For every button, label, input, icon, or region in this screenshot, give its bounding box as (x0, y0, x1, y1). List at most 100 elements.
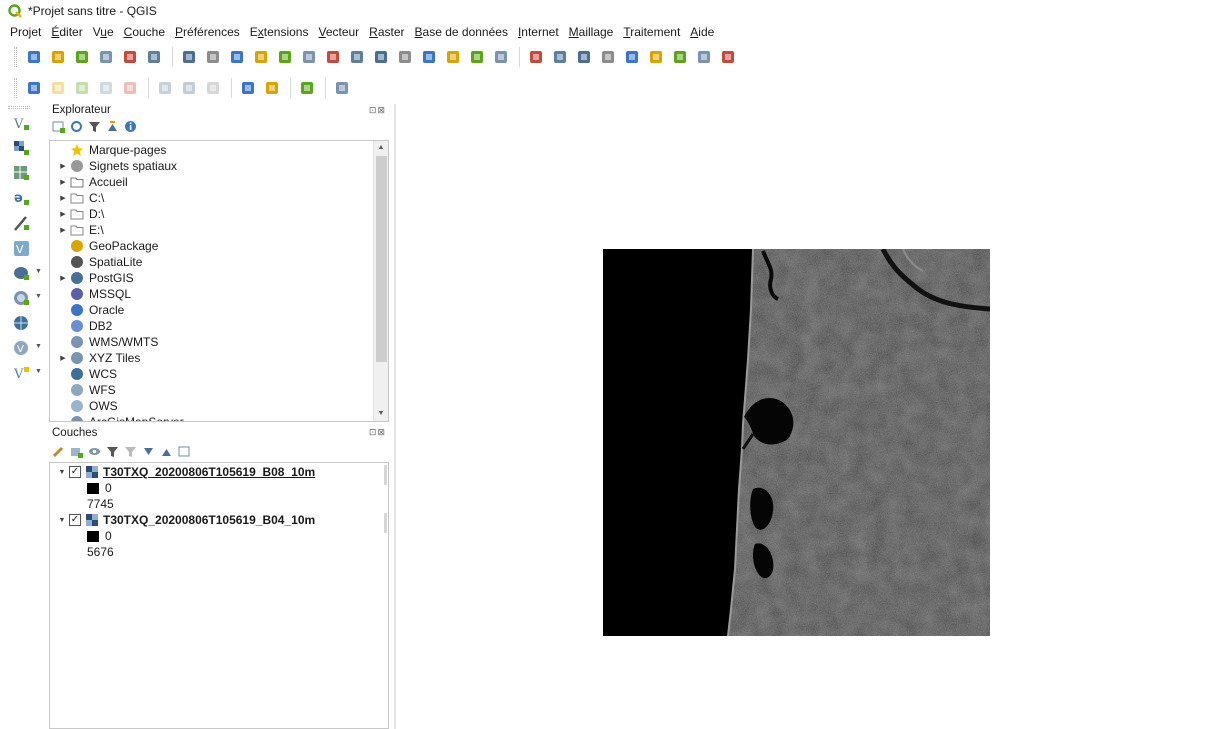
map-canvas[interactable] (396, 104, 1214, 729)
layers-panel-controls[interactable]: ⊡⊠ (369, 427, 386, 438)
identify-button[interactable] (525, 46, 547, 68)
collapse-all-icon[interactable] (160, 445, 173, 458)
save-edits-button[interactable] (154, 77, 176, 99)
zoom-out-button[interactable] (250, 46, 272, 68)
save-as-button[interactable] (95, 46, 117, 68)
toolbar-handle[interactable] (14, 78, 17, 98)
text-annotation-button[interactable] (717, 46, 739, 68)
menu-item[interactable]: Aide (690, 25, 714, 39)
refresh-button[interactable] (490, 46, 512, 68)
scroll-up-arrow-icon[interactable]: ▲ (374, 141, 388, 155)
add-wms-button[interactable]: ▼ (10, 287, 42, 309)
expand-arrow-icon[interactable]: ▶ (56, 162, 70, 170)
remove-layer-icon[interactable] (178, 445, 191, 458)
layer-name[interactable]: T30TXQ_20200806T105619_B04_10m (103, 513, 315, 527)
explorer-item[interactable]: Marque-pages (56, 142, 166, 158)
explorer-scrollbar[interactable]: ▲ ▼ (373, 141, 388, 421)
add-spatialite-button[interactable] (10, 212, 32, 234)
explorer-item[interactable]: ▶ D:\ (56, 206, 104, 222)
menu-item[interactable]: Traitement (623, 25, 680, 39)
diagram-button[interactable] (261, 77, 283, 99)
open-project-button[interactable] (47, 46, 69, 68)
save-project-button[interactable] (71, 46, 93, 68)
menu-item[interactable]: Vecteur (318, 25, 359, 39)
explorer-item[interactable]: DB2 (56, 318, 112, 334)
field-calculator-button[interactable] (621, 46, 643, 68)
expand-arrow-icon[interactable]: ▶ (56, 210, 70, 218)
explorer-item[interactable]: Oracle (56, 302, 124, 318)
expand-arrow-icon[interactable]: ▶ (56, 354, 70, 362)
layer-visibility-checkbox[interactable]: ✓ (69, 514, 81, 526)
scroll-thumb[interactable] (376, 156, 387, 362)
add-selected-layers-icon[interactable] (52, 120, 65, 133)
menu-item[interactable]: Raster (369, 25, 404, 39)
python-button[interactable] (296, 77, 318, 99)
collapse-all-icon[interactable] (106, 120, 119, 133)
explorer-item[interactable]: ▶ Signets spatiaux (56, 158, 177, 174)
digitize-button[interactable] (23, 77, 45, 99)
explorer-item[interactable]: ▶ Accueil (56, 174, 127, 190)
new-bookmark-button[interactable] (418, 46, 440, 68)
add-polygon-button[interactable] (119, 77, 141, 99)
explorer-panel-controls[interactable]: ⊡⊠ (369, 105, 386, 116)
add-wfs-button[interactable]: V ▼ (10, 337, 42, 359)
redo-button[interactable] (202, 77, 224, 99)
undo-button[interactable] (178, 77, 200, 99)
menu-item[interactable]: Internet (518, 25, 559, 39)
explorer-item[interactable]: WFS (56, 382, 116, 398)
explorer-item[interactable]: GeoPackage (56, 238, 158, 254)
add-group-icon[interactable] (70, 445, 83, 458)
add-raster-layer-button[interactable] (10, 137, 32, 159)
expand-arrow-icon[interactable]: ▶ (56, 194, 70, 202)
scroll-down-arrow-icon[interactable]: ▼ (374, 407, 388, 421)
menu-item[interactable]: Base de données (415, 25, 508, 39)
pan-to-selection-button[interactable] (202, 46, 224, 68)
properties-icon[interactable] (124, 120, 137, 133)
collapse-arrow-icon[interactable]: ▼ (55, 469, 69, 476)
explorer-item[interactable]: WMS/WMTS (56, 334, 158, 350)
menu-item[interactable]: Couche (124, 25, 165, 39)
add-mesh-layer-button[interactable] (10, 162, 32, 184)
explorer-item[interactable]: ▶ C:\ (56, 190, 104, 206)
explorer-item[interactable]: ▶ XYZ Tiles (56, 350, 140, 366)
zoom-to-selection-button[interactable] (298, 46, 320, 68)
zoom-native-button[interactable] (346, 46, 368, 68)
layer-row[interactable]: ▼ ✓ T30TXQ_20200806T105619_B04_10m (55, 512, 316, 528)
measure-button[interactable] (669, 46, 691, 68)
layer-row[interactable]: ▼ ✓ T30TXQ_20200806T105619_B08_10m (55, 464, 316, 480)
zoom-last-button[interactable] (370, 46, 392, 68)
toolbar-handle[interactable] (14, 47, 17, 67)
filter-legend-icon[interactable] (106, 445, 119, 458)
collapse-arrow-icon[interactable]: ▼ (55, 517, 69, 524)
filter-icon[interactable] (88, 120, 101, 133)
expand-arrow-icon[interactable]: ▶ (56, 226, 70, 234)
show-bookmarks-button[interactable] (442, 46, 464, 68)
refresh-icon[interactable] (70, 120, 83, 133)
explorer-item[interactable]: MSSQL (56, 286, 131, 302)
add-postgis-button[interactable]: ▼ (10, 262, 42, 284)
menu-item[interactable]: Extensions (250, 25, 309, 39)
explorer-item[interactable]: WCS (56, 366, 117, 382)
pan-button[interactable] (178, 46, 200, 68)
open-attribute-table-button[interactable] (597, 46, 619, 68)
expand-arrow-icon[interactable]: ▶ (56, 178, 70, 186)
zoom-in-button[interactable] (226, 46, 248, 68)
new-map-view-button[interactable] (466, 46, 488, 68)
layer-name[interactable]: T30TXQ_20200806T105619_B08_10m (103, 465, 315, 479)
add-line-button[interactable] (95, 77, 117, 99)
new-project-button[interactable] (23, 46, 45, 68)
layer-styling-icon[interactable] (52, 445, 65, 458)
filter-expression-icon[interactable] (124, 445, 137, 458)
add-vector-layer-button[interactable]: V (10, 112, 32, 134)
add-wcs-button[interactable] (10, 312, 32, 334)
add-virtual-layer-button[interactable]: V (10, 237, 32, 259)
explorer-item[interactable]: OWS (56, 398, 118, 414)
expand-all-icon[interactable] (142, 445, 155, 458)
menu-item[interactable]: Maillage (569, 25, 614, 39)
label-button[interactable] (237, 77, 259, 99)
toolbar-handle[interactable] (8, 106, 30, 109)
zoom-full-button[interactable] (274, 46, 296, 68)
help-button[interactable] (331, 77, 353, 99)
annotation-button[interactable] (693, 46, 715, 68)
zoom-to-layer-button[interactable] (322, 46, 344, 68)
